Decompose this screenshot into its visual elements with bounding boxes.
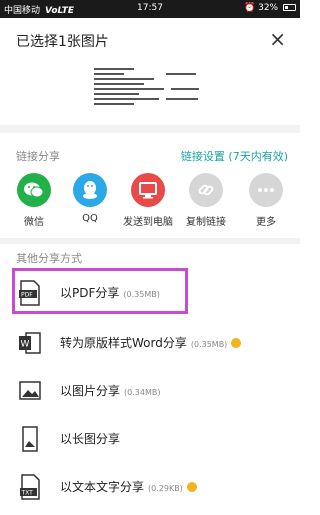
image-preview bbox=[86, 66, 210, 108]
vip-badge-icon bbox=[231, 338, 242, 348]
word-icon: W bbox=[18, 330, 42, 356]
row-title: 以长图分享 bbox=[60, 432, 121, 446]
more-icon bbox=[249, 173, 283, 207]
copy-link-button[interactable]: 复制链接 bbox=[176, 173, 236, 228]
divider bbox=[0, 238, 300, 244]
pdf-highlight-box bbox=[12, 268, 188, 314]
share-long-image-row[interactable]: 以长图分享 bbox=[0, 414, 300, 462]
row-size: (0.35MB) bbox=[190, 340, 228, 349]
link-icon bbox=[189, 173, 223, 207]
sheet-header: 已选择1张图片 × bbox=[0, 18, 300, 64]
share-computer-button[interactable]: 发送到电脑 bbox=[118, 173, 178, 228]
svg-text:TXT: TXT bbox=[21, 490, 34, 497]
share-label: 复制链接 bbox=[186, 217, 226, 228]
row-title: 以图片分享 bbox=[60, 384, 121, 398]
vip-badge-icon bbox=[186, 482, 197, 492]
txt-icon: TXT bbox=[18, 474, 42, 500]
page-title: 已选择1张图片 bbox=[16, 34, 109, 50]
share-image-row[interactable]: 以图片分享 (0.34MB) bbox=[0, 366, 300, 414]
link-settings-link[interactable]: 链接设置 (7天内有效) bbox=[181, 148, 288, 164]
share-label: QQ bbox=[82, 213, 98, 224]
long-image-icon bbox=[18, 426, 42, 452]
status-bar: 中国移动 VoLTE 17:57 ⏰ 32% bbox=[0, 0, 300, 18]
close-icon[interactable]: × bbox=[269, 29, 286, 49]
battery-icon bbox=[283, 4, 296, 11]
link-share-label: 链接分享 bbox=[16, 150, 60, 163]
row-label: 以文本文字分享 (0.29KB) bbox=[60, 478, 197, 495]
share-text-row[interactable]: TXT 以文本文字分享 (0.29KB) bbox=[0, 462, 300, 510]
battery-percent: 32% bbox=[258, 3, 279, 13]
row-size: (0.29KB) bbox=[148, 484, 183, 493]
other-share-label: 其他分享方式 bbox=[16, 252, 82, 265]
image-icon bbox=[18, 378, 42, 404]
computer-icon bbox=[131, 173, 165, 207]
share-label: 微信 bbox=[24, 217, 44, 228]
share-wechat-button[interactable]: 微信 bbox=[4, 173, 64, 228]
svg-text:W: W bbox=[21, 340, 30, 350]
more-button[interactable]: 更多 bbox=[236, 173, 296, 228]
row-size: (0.34MB) bbox=[124, 388, 161, 397]
share-qq-button[interactable]: QQ bbox=[60, 173, 120, 224]
share-label: 发送到电脑 bbox=[123, 217, 173, 228]
row-label: 以图片分享 (0.34MB) bbox=[60, 382, 160, 399]
share-word-row[interactable]: W 转为原版样式Word分享 (0.35MB) bbox=[0, 318, 300, 366]
row-title: 转为原版样式Word分享 bbox=[60, 336, 187, 350]
wechat-icon bbox=[17, 173, 51, 207]
row-title: 以文本文字分享 bbox=[60, 480, 145, 494]
divider bbox=[0, 125, 300, 133]
row-label: 转为原版样式Word分享 (0.35MB) bbox=[60, 334, 242, 351]
status-icons: ⏰ 32% bbox=[244, 3, 296, 13]
alarm-icon: ⏰ bbox=[244, 3, 256, 13]
row-label: 以长图分享 bbox=[60, 430, 124, 447]
qq-icon bbox=[73, 173, 107, 207]
share-label: 更多 bbox=[256, 217, 276, 228]
